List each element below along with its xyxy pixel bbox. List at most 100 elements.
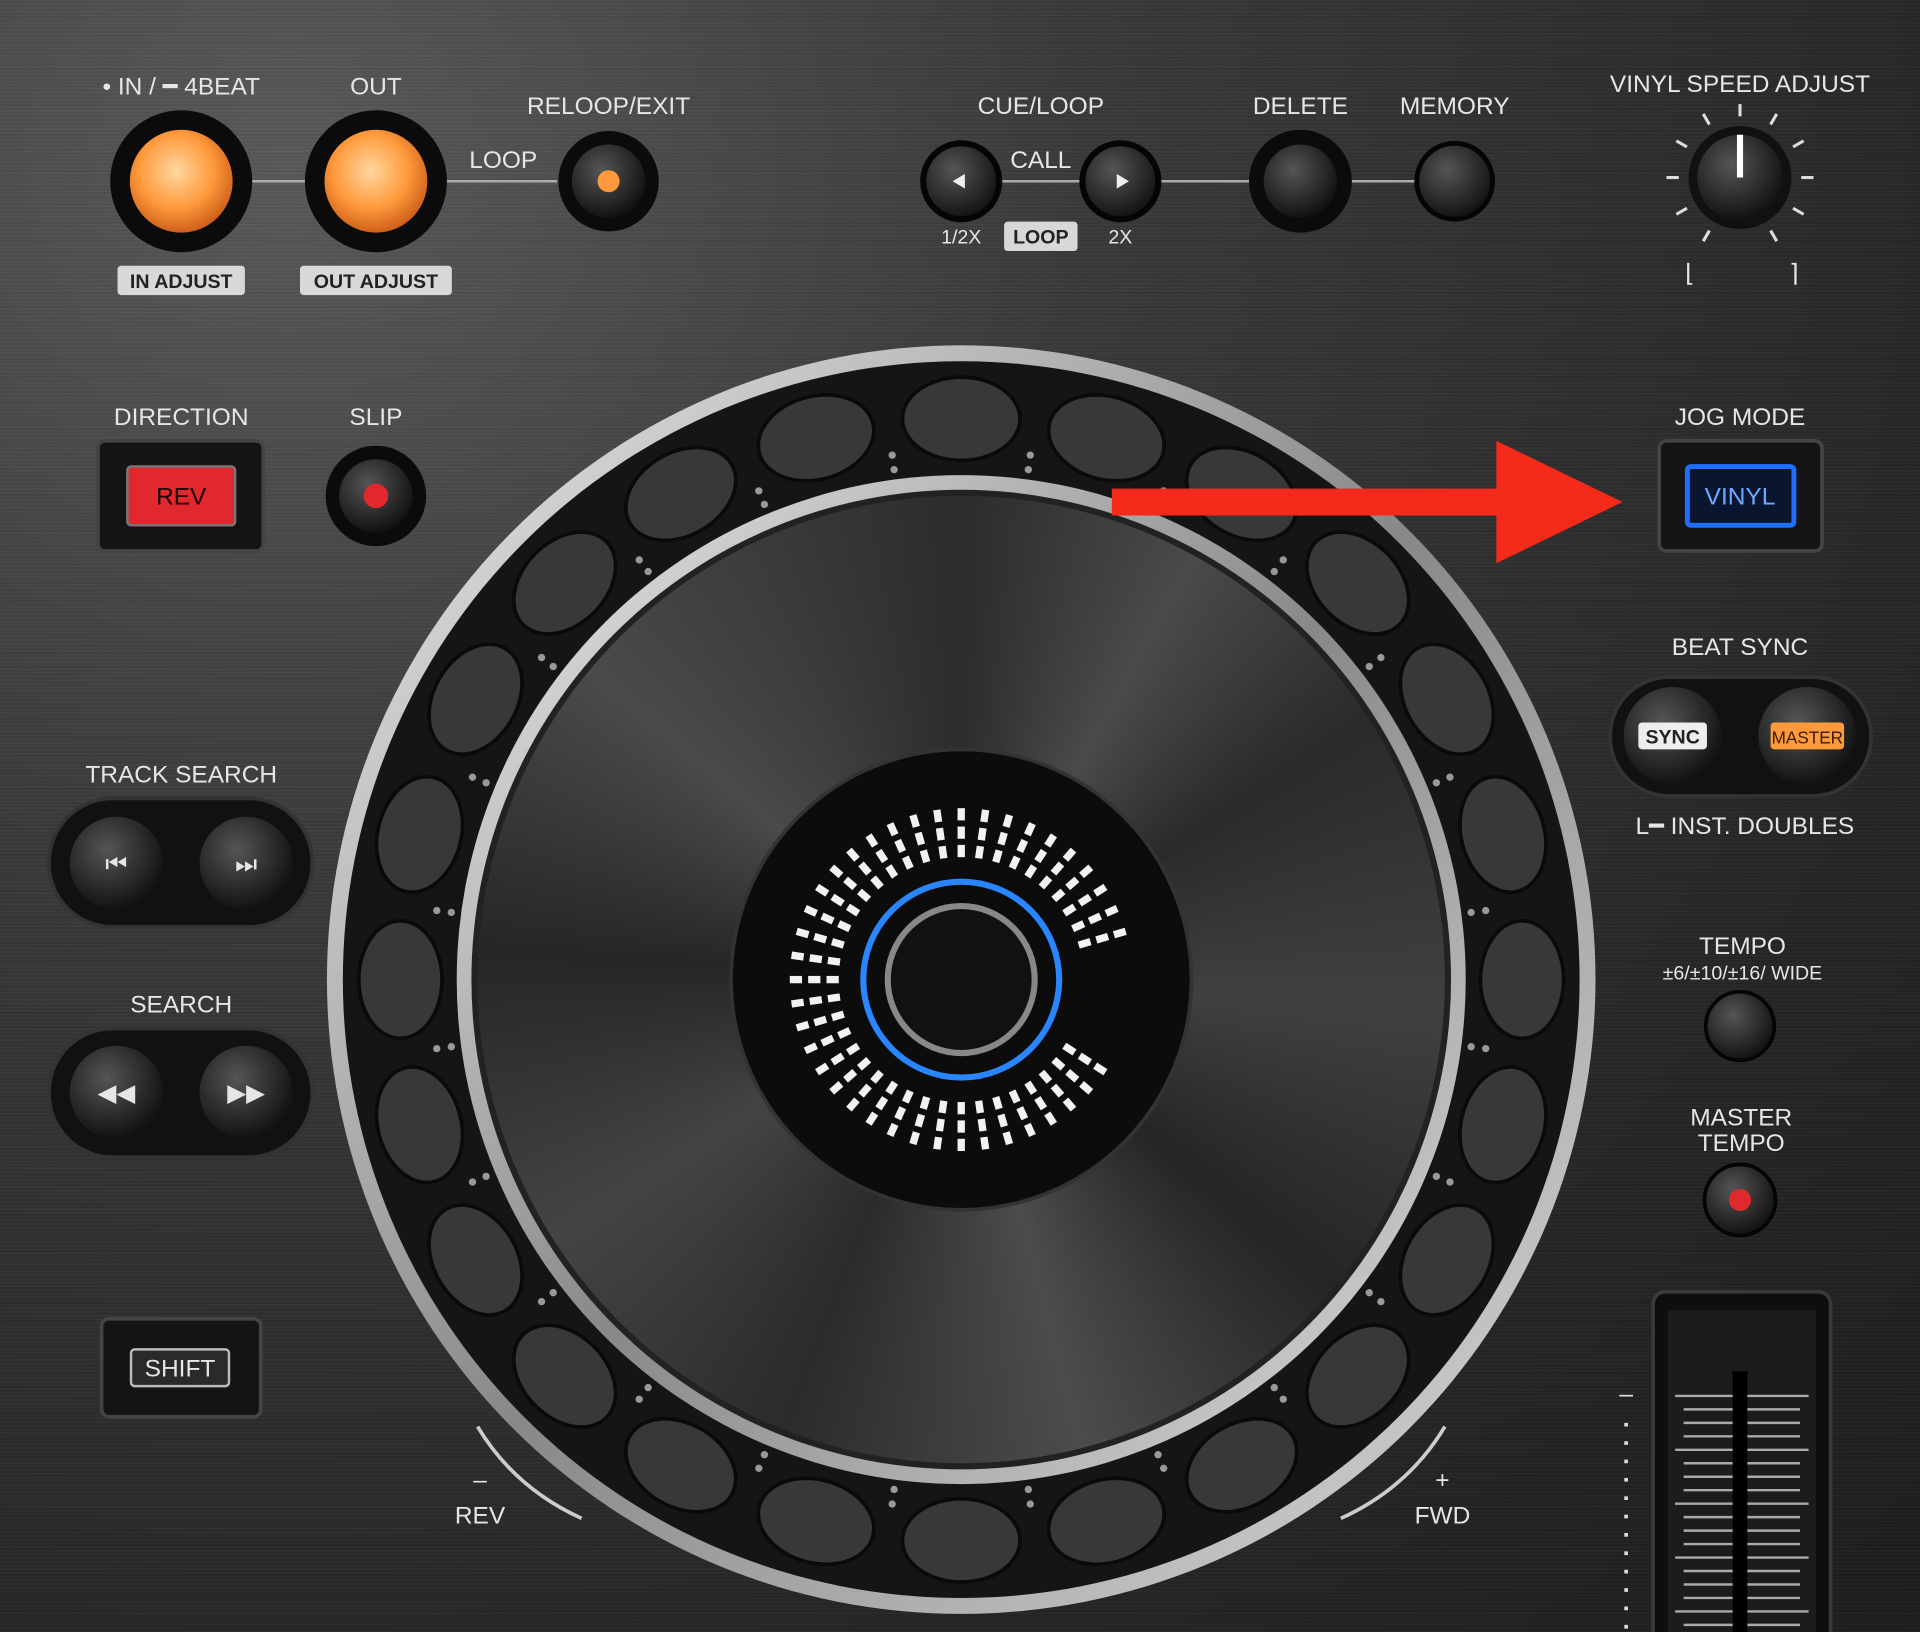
jog-display-segment — [909, 1131, 920, 1146]
fast-forward-icon: ▶▶ — [227, 1080, 265, 1107]
jog-display-segment — [914, 831, 926, 846]
loop-tag-label: LOOP — [1013, 227, 1068, 249]
track-search-next-button[interactable]: ⏭ — [199, 816, 293, 910]
search-rewind-button[interactable]: ◀◀ — [69, 1045, 163, 1139]
jog-display-segment — [894, 1106, 907, 1121]
jog-display-segment — [1008, 855, 1021, 870]
track-search-prev-button[interactable]: ⏮ — [69, 816, 163, 910]
out-label: OUT — [350, 73, 402, 100]
knob-tick — [1675, 206, 1688, 216]
jog-display-segment — [894, 838, 907, 854]
jog-display-segment — [977, 1118, 987, 1132]
jog-center-display — [729, 747, 1194, 1212]
jog-display-segment — [830, 1010, 845, 1022]
out-adjust-label: OUT ADJUST — [314, 271, 438, 293]
jog-display-segment — [795, 927, 810, 939]
jog-display-segment — [935, 1118, 945, 1132]
jog-display-segment — [980, 809, 990, 823]
jog-display-segment — [1087, 912, 1102, 925]
call-label: CALL — [1010, 147, 1071, 174]
knob-tick — [1701, 113, 1711, 126]
jog-display-segment — [977, 827, 987, 841]
search-forward-button[interactable]: ▶▶ — [199, 1045, 293, 1139]
controls-layer: • IN / ━ 4BEAT OUT RELOOP/EXIT LOOP IN A… — [47, 71, 1873, 1632]
vinyl-speed-adjust-knob[interactable] — [1688, 126, 1792, 229]
master-tempo-label-2: TEMPO — [1698, 1130, 1785, 1157]
reloop-label: RELOOP/EXIT — [527, 93, 690, 120]
inst-doubles-label: L━ INST. DOUBLES — [1636, 813, 1855, 840]
call-prev-button[interactable] — [920, 140, 1003, 223]
loop-out-button[interactable] — [304, 110, 447, 253]
rev-label: REV — [156, 483, 207, 510]
knob-tick — [1769, 229, 1779, 242]
knob-tick — [1792, 206, 1805, 216]
sync-button[interactable]: SYNC — [1623, 686, 1722, 785]
track-search-label: TRACK SEARCH — [85, 761, 277, 788]
jog-display-segment — [1104, 905, 1119, 917]
jog-display-segment — [980, 1136, 990, 1150]
jog-display-segment — [933, 1136, 943, 1150]
memory-label: MEMORY — [1400, 93, 1510, 120]
tempo-slider[interactable] — [1651, 1290, 1833, 1632]
jog-display-segment — [919, 849, 931, 864]
jog-display-segment — [795, 1020, 810, 1032]
jog-display-segment — [1024, 1122, 1036, 1138]
vinyl-label: VINYL — [1705, 483, 1776, 510]
jog-mode-vinyl-button[interactable]: VINYL — [1657, 438, 1824, 553]
jog-display-segment — [1002, 1131, 1014, 1146]
knob-tick — [1769, 113, 1779, 126]
in-label: • IN / ━ 4BEAT — [102, 73, 260, 100]
slip-button[interactable] — [325, 445, 427, 547]
jog-display-segment — [813, 932, 828, 944]
rev-sign: – — [473, 1467, 487, 1494]
jog-display-segment — [938, 1100, 948, 1114]
beat-sync-label: BEAT SYNC — [1672, 634, 1808, 661]
master-button[interactable]: MASTER — [1758, 686, 1857, 785]
dj-controller-panel: • IN / ━ 4BEAT OUT RELOOP/EXIT LOOP IN A… — [0, 0, 1920, 1632]
jog-display-segment — [935, 827, 945, 841]
jog-display-segment — [914, 1113, 926, 1128]
tempo-minus-label: – — [1619, 1381, 1633, 1408]
red-arrow-annotation — [1111, 440, 1623, 564]
jog-display-segment — [830, 938, 845, 949]
master-tempo-button[interactable] — [1702, 1162, 1778, 1238]
search-label: SEARCH — [130, 992, 232, 1019]
tempo-range-label: ±6/±10/±16/ WIDE — [1663, 963, 1823, 985]
loop-in-button[interactable] — [110, 110, 253, 253]
jog-display-segment — [809, 995, 823, 1006]
jog-display-segment — [791, 951, 805, 961]
jog-display-segment — [1112, 927, 1127, 939]
slow-symbol: ⌊ — [1685, 261, 1695, 288]
jog-display-segment — [809, 954, 823, 964]
delete-label: DELETE — [1253, 93, 1348, 120]
knob-tick — [1792, 139, 1805, 149]
tempo-range-button[interactable] — [1703, 990, 1777, 1063]
jog-display-segment — [837, 920, 852, 933]
jog-display-segment — [992, 849, 1003, 864]
direction-rev-button[interactable]: REV — [96, 438, 266, 553]
tempo-label: TEMPO — [1699, 933, 1786, 960]
half-loop-label: 1/2X — [941, 227, 981, 249]
in-adjust-label: IN ADJUST — [130, 271, 233, 293]
jog-display-segment — [1024, 822, 1036, 837]
jog-display-segment — [1095, 932, 1110, 944]
jog-mode-label: JOG MODE — [1675, 404, 1806, 431]
direction-label: DIRECTION — [114, 404, 249, 431]
reloop-exit-button[interactable] — [558, 131, 659, 232]
slip-label: SLIP — [349, 404, 402, 431]
jog-display-segment — [803, 1042, 818, 1055]
delete-button[interactable] — [1248, 129, 1352, 233]
skip-forward-icon: ⏭ — [235, 851, 257, 878]
jog-display-segment — [901, 1089, 914, 1104]
call-next-button[interactable] — [1079, 140, 1162, 223]
shift-label: SHIFT — [145, 1355, 216, 1382]
sync-label: SYNC — [1645, 726, 1699, 748]
knob-tick — [1675, 139, 1688, 149]
fast-symbol: ⌉ — [1789, 261, 1799, 288]
knob-tick — [1701, 229, 1711, 242]
memory-button[interactable] — [1414, 140, 1496, 222]
jog-display-segment — [813, 1015, 828, 1027]
jog-display-segment — [919, 1096, 931, 1110]
jog-display-segment — [820, 1034, 835, 1047]
shift-button[interactable]: SHIFT — [99, 1316, 263, 1419]
